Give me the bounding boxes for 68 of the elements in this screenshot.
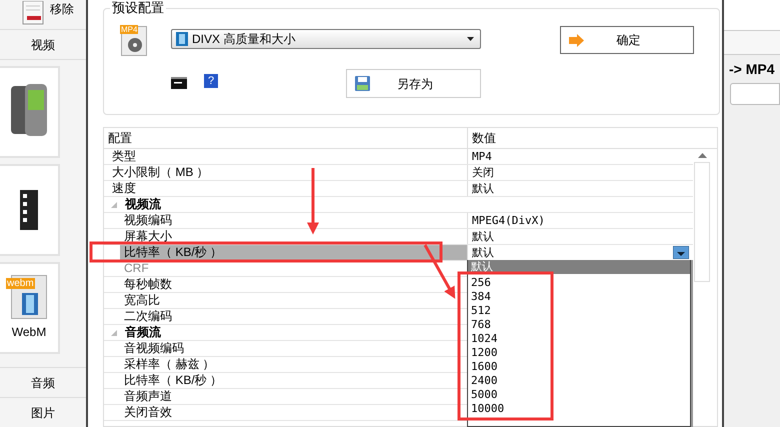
property-label[interactable]: 比特率（ KB/秒 ） — [120, 245, 467, 260]
remove-button[interactable]: 移除 — [22, 0, 74, 25]
tile-card[interactable] — [0, 66, 60, 158]
category-label: 视频流 — [125, 197, 161, 212]
tile-card[interactable] — [0, 164, 60, 256]
list-option[interactable]: 5000 — [468, 388, 690, 402]
list-option[interactable]: 256 — [468, 276, 690, 290]
tile-label: WebM — [12, 324, 46, 341]
category-label: 音频流 — [125, 325, 161, 340]
list-option[interactable]: 1024 — [468, 332, 690, 346]
property-value: MPEG4(DivX) — [472, 213, 546, 228]
save-as-button[interactable]: 另存为 — [346, 69, 481, 98]
help-icon[interactable]: ? — [204, 74, 218, 88]
property-value: 默认 — [472, 245, 495, 260]
scroll-up-arrow-icon[interactable] — [698, 153, 706, 158]
panel-header — [724, 0, 780, 30]
column-header[interactable]: 数值 — [468, 128, 717, 148]
property-value: MP4 — [472, 149, 493, 164]
tile-card[interactable]: webm WebM — [0, 262, 60, 354]
terminal-icon — [171, 77, 187, 89]
expanded-triangle-icon[interactable] — [111, 202, 117, 208]
list-option[interactable]: 768 — [468, 318, 690, 332]
expanded-triangle-icon[interactable] — [111, 330, 117, 336]
list-option[interactable]: 默认 — [468, 260, 690, 274]
image-tab[interactable]: 图片 — [0, 397, 86, 427]
list-option[interactable]: 512 — [468, 304, 690, 318]
file-badge: webm — [6, 278, 35, 289]
property-label[interactable]: 类型 — [108, 149, 467, 164]
scrollbar-thumb[interactable] — [694, 162, 710, 282]
property-label[interactable]: 屏幕大小 — [120, 229, 467, 244]
ok-button[interactable]: 确定 — [560, 26, 694, 54]
property-label[interactable]: 大小限制（ MB ） — [108, 165, 467, 180]
property-label[interactable]: 音视频编码 — [120, 341, 467, 356]
property-label[interactable]: 视频编码 — [120, 213, 467, 228]
property-label[interactable]: 采样率（ 赫兹 ） — [120, 357, 467, 372]
annotation-arrow — [307, 168, 319, 234]
film-icon — [22, 293, 38, 315]
dropdown-arrow-icon — [467, 37, 474, 41]
arrow-right-icon — [569, 34, 584, 46]
audio-tab[interactable]: 音频 — [0, 367, 86, 397]
save-icon — [355, 76, 370, 91]
list-option[interactable]: 2400 — [468, 374, 690, 388]
property-label[interactable]: 二次编码 — [120, 309, 467, 324]
property-value: 关闭 — [472, 165, 495, 180]
annotation-arrow — [424, 244, 456, 299]
property-label[interactable]: 比特率（ KB/秒 ） — [120, 373, 467, 388]
preset-dropdown[interactable]: DIVX 高质量和大小 — [171, 29, 481, 49]
group-title: 预设配置 — [110, 1, 166, 15]
column-header[interactable]: 配置 — [104, 128, 468, 148]
property-label[interactable]: 速度 — [108, 181, 467, 196]
property-label[interactable]: 关闭音效 — [120, 405, 467, 420]
film-icon — [20, 190, 38, 230]
list-option[interactable]: 10000 — [468, 402, 690, 416]
film-reel-icon — [127, 37, 143, 53]
format-button[interactable] — [730, 83, 780, 105]
property-label[interactable]: 宽高比 — [120, 293, 467, 308]
film-icon — [176, 32, 188, 46]
property-value: 默认 — [472, 181, 495, 196]
list-option[interactable]: 1200 — [468, 346, 690, 360]
list-option[interactable]: 384 — [468, 290, 690, 304]
output-format-title: -> MP4 — [728, 60, 776, 79]
property-value: 默认 — [472, 229, 495, 244]
property-label[interactable]: 每秒帧数 — [120, 277, 467, 292]
dropdown-button-icon[interactable] — [673, 246, 689, 259]
video-tab[interactable]: 视频 — [0, 30, 86, 60]
file-badge: MP4 — [120, 25, 138, 34]
list-option[interactable]: 1600 — [468, 360, 690, 374]
property-label[interactable]: 音频声道 — [120, 389, 467, 404]
